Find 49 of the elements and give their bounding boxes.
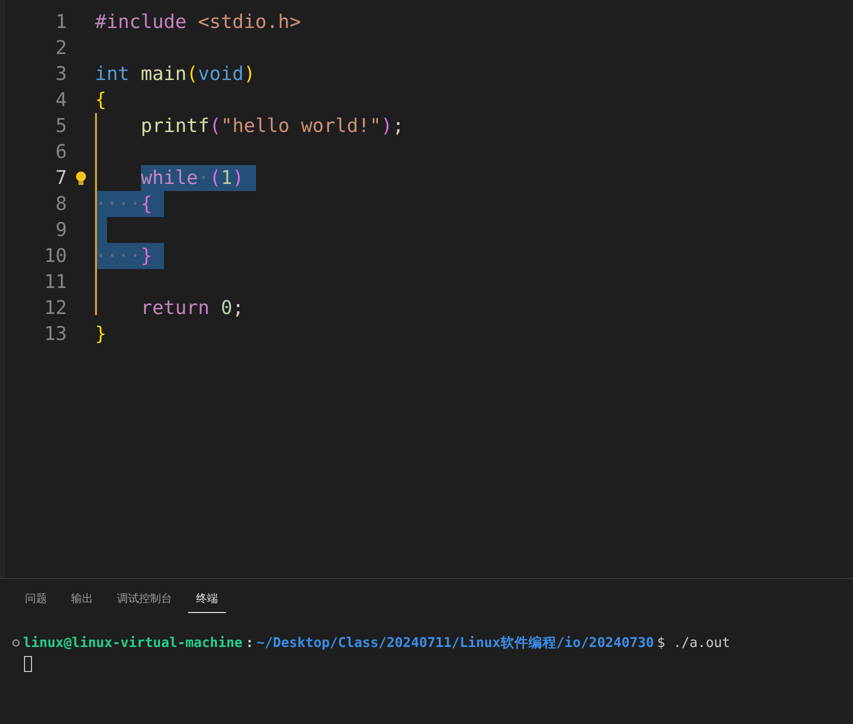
line-number: 10 bbox=[43, 245, 67, 267]
type-keyword: int bbox=[95, 62, 130, 87]
bracket: ) bbox=[244, 62, 256, 87]
terminal-user: linux@linux-virtual-machine bbox=[23, 635, 242, 651]
bracket: { bbox=[95, 88, 106, 113]
line-number: 12 bbox=[43, 297, 67, 319]
panel-tab[interactable]: 输出 bbox=[63, 587, 101, 613]
bracket: } bbox=[140, 243, 152, 269]
function-name: main bbox=[140, 62, 187, 87]
terminal-cursor bbox=[24, 656, 32, 672]
line-number: 6 bbox=[54, 141, 67, 163]
number-literal: 0 bbox=[220, 296, 232, 321]
line-number: 4 bbox=[54, 89, 67, 111]
code-text: ; bbox=[392, 114, 404, 139]
keyword: return bbox=[140, 296, 210, 321]
bracket: } bbox=[95, 322, 106, 347]
whitespace-dots: ···· bbox=[95, 191, 141, 217]
string-literal: <stdio.h> bbox=[198, 10, 301, 35]
keyword: #include bbox=[95, 10, 188, 35]
panel-tab[interactable]: 终端 bbox=[188, 587, 226, 613]
panel-tab[interactable]: 问题 bbox=[17, 587, 55, 613]
number-literal: 1 bbox=[220, 165, 232, 191]
bracket: ( bbox=[209, 114, 221, 139]
panel-tab[interactable]: 调试控制台 bbox=[109, 587, 180, 613]
code-text: ; bbox=[232, 296, 244, 321]
terminal-separator: : bbox=[245, 635, 254, 651]
line-number: 13 bbox=[43, 323, 67, 345]
terminal-path: ~/Desktop/Class/20240711/Linux软件编程/io/20240730 bbox=[256, 634, 654, 652]
line-number: 9 bbox=[54, 219, 67, 241]
line-number: 11 bbox=[43, 271, 67, 293]
bracket: ( bbox=[186, 62, 198, 87]
whitespace-dots: ···· bbox=[95, 243, 141, 269]
status-circle-icon bbox=[12, 639, 20, 647]
lightbulb-icon[interactable] bbox=[75, 170, 87, 186]
line-number: 1 bbox=[54, 11, 67, 33]
bracket: ( bbox=[209, 165, 221, 191]
line-number: 3 bbox=[54, 63, 67, 85]
line-number: 8 bbox=[54, 193, 67, 215]
terminal-command: $ ./a.out bbox=[656, 635, 730, 651]
bracket: ) bbox=[381, 114, 392, 139]
whitespace-dots: · bbox=[198, 165, 210, 191]
string-literal: "hello world!" bbox=[220, 114, 382, 139]
function-name: printf bbox=[140, 114, 210, 139]
line-number: 2 bbox=[54, 37, 67, 59]
line-number: 5 bbox=[54, 115, 67, 137]
line-number: 7 bbox=[54, 167, 67, 189]
type-keyword: void bbox=[198, 62, 244, 87]
bracket: { bbox=[140, 191, 152, 217]
bracket: ) bbox=[232, 165, 244, 191]
